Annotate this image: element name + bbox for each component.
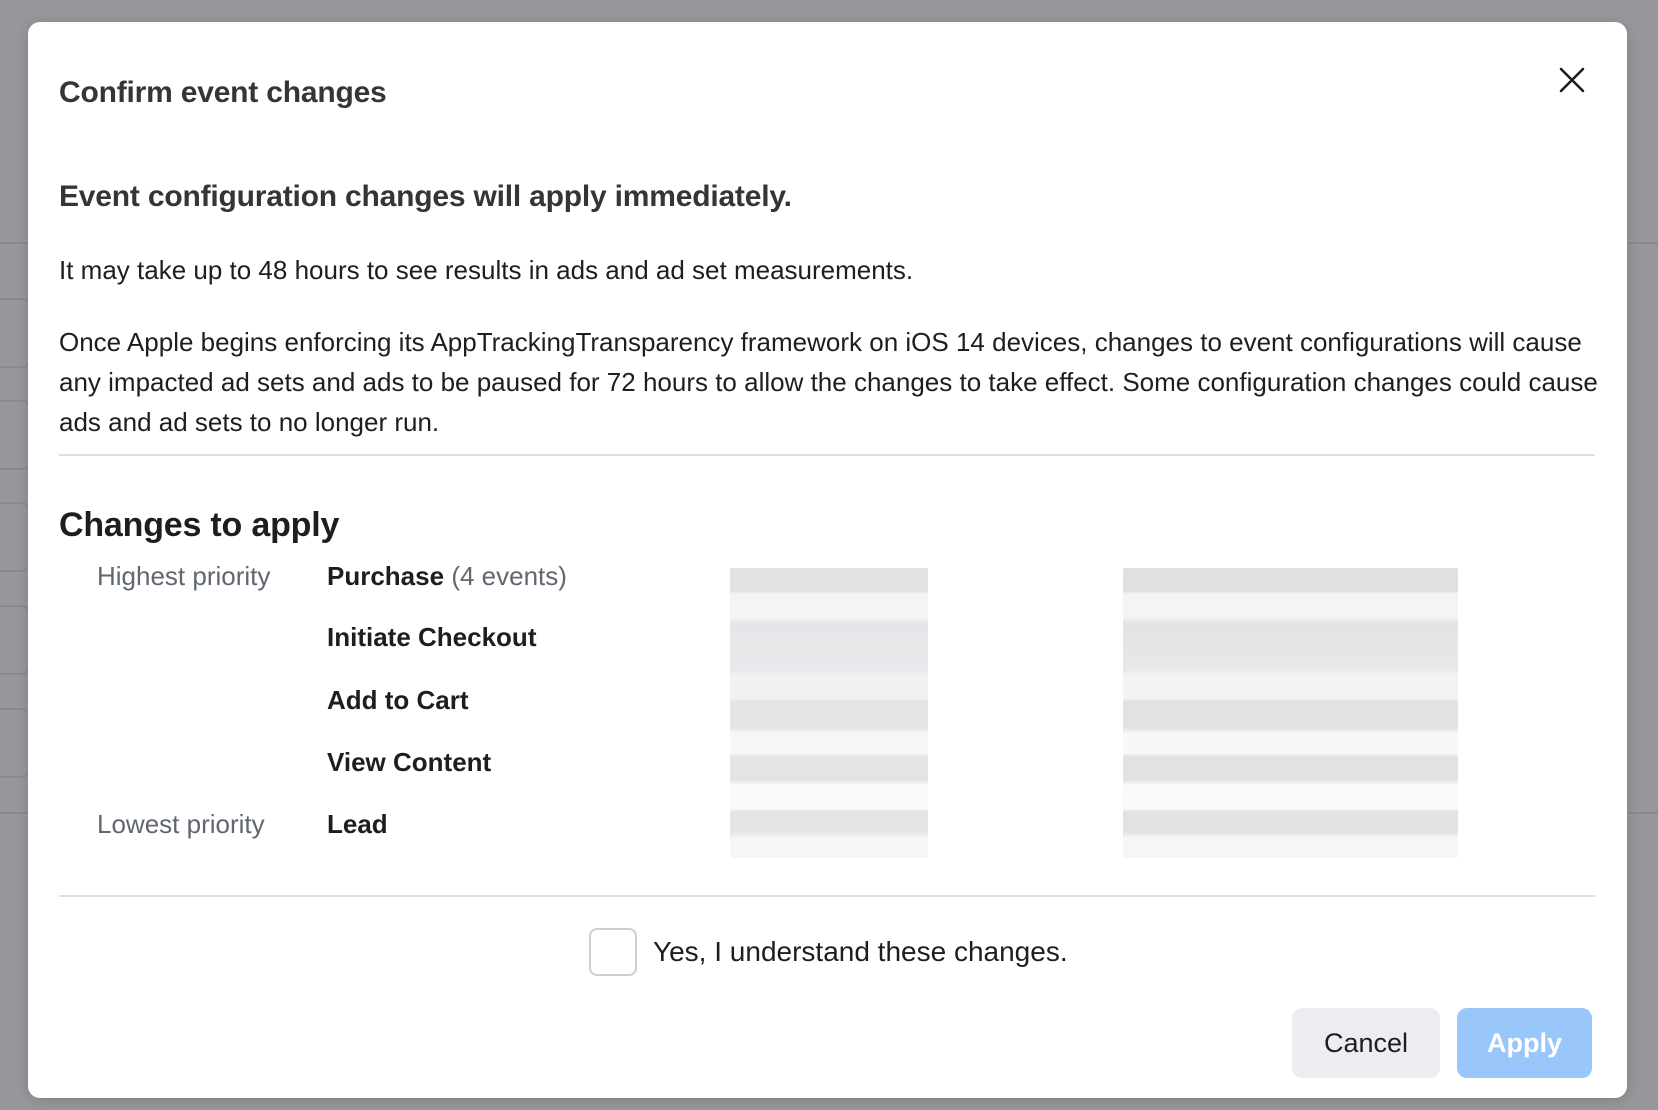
- event-name-text: Purchase: [327, 561, 445, 591]
- att-pause-notice-text: Once Apple begins enforcing its AppTrack…: [59, 327, 1598, 437]
- confirm-event-changes-dialog: Confirm event changes Event configuratio…: [28, 22, 1627, 1098]
- event-count: (4 events): [451, 561, 567, 591]
- event-name: Purchase (4 events): [327, 556, 567, 596]
- event-name-text: Initiate Checkout: [327, 622, 537, 652]
- event-name-text: Lead: [327, 809, 388, 839]
- background-divider: [1628, 812, 1658, 814]
- background-divider: [1628, 242, 1658, 244]
- cancel-button[interactable]: Cancel: [1292, 1008, 1440, 1078]
- measurement-delay-text: It may take up to 48 hours to see result…: [59, 255, 914, 285]
- understand-changes-label[interactable]: Yes, I understand these changes.: [653, 932, 1068, 972]
- background-tab: [0, 708, 30, 778]
- close-icon: [1559, 67, 1585, 93]
- apply-button[interactable]: Apply: [1457, 1008, 1592, 1078]
- background-divider: [0, 242, 28, 244]
- background-tab: [0, 502, 30, 572]
- changes-to-apply-title: Changes to apply: [59, 506, 340, 544]
- background-tab: [0, 298, 30, 368]
- warning-heading: Event configuration changes will apply i…: [59, 180, 792, 213]
- event-name: Add to Cart: [327, 680, 469, 720]
- event-name: Lead: [327, 804, 388, 844]
- divider: [59, 454, 1595, 456]
- divider: [59, 895, 1595, 897]
- event-name-text: View Content: [327, 747, 492, 777]
- priority-label: Lowest priority: [97, 809, 265, 839]
- background-tab: [0, 400, 30, 470]
- close-button[interactable]: [1552, 60, 1592, 100]
- understand-changes-checkbox[interactable]: [589, 928, 637, 976]
- priority-label: Highest priority: [97, 561, 271, 591]
- event-name: View Content: [327, 742, 491, 782]
- background-divider: [0, 812, 28, 814]
- redacted-block: [1123, 568, 1458, 858]
- event-name: Initiate Checkout: [327, 617, 536, 657]
- event-name-text: Add to Cart: [327, 685, 469, 715]
- background-tab: [0, 605, 30, 675]
- redacted-block: [730, 568, 928, 858]
- dialog-title: Confirm event changes: [59, 76, 387, 109]
